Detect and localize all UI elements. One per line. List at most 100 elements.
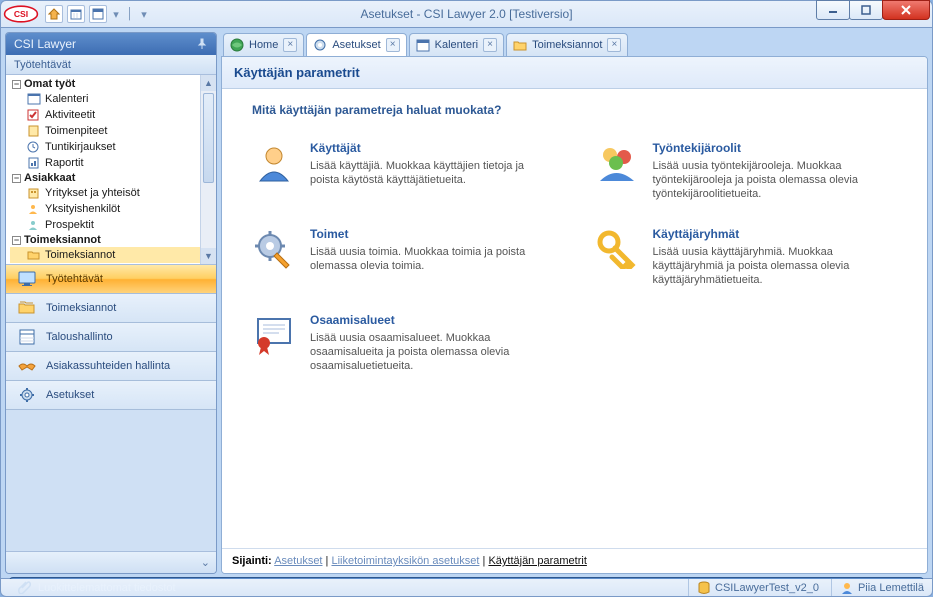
qat-sep: │ xyxy=(125,5,135,23)
nav-toimeksiannot[interactable]: Toimeksiannot xyxy=(6,293,216,323)
close-button[interactable] xyxy=(882,0,930,20)
tree-item-kalenteri[interactable]: Kalenteri xyxy=(10,91,216,107)
sidebar-title: CSI Lawyer xyxy=(14,37,76,51)
card-roolit[interactable]: TyöntekijäroolitLisää uusia työntekijäro… xyxy=(595,141,898,201)
nav-footer: ⌄ xyxy=(6,551,216,573)
qat-dropdown-icon[interactable]: ▾ xyxy=(111,5,121,23)
users-group-icon xyxy=(595,141,639,185)
qat-calendar-icon[interactable] xyxy=(67,5,85,23)
tree-item-prospektit[interactable]: Prospektit xyxy=(10,217,216,233)
scroll-down-icon[interactable]: ▼ xyxy=(201,248,216,264)
tree-item-raportit[interactable]: Raportit xyxy=(10,155,216,171)
gear-icon xyxy=(16,384,38,406)
card-desc: Lisää käyttäjiä. Muokkaa käyttäjien tiet… xyxy=(310,159,555,187)
qat-expand-icon[interactable]: ▾ xyxy=(139,5,149,23)
nav-asetukset[interactable]: Asetukset xyxy=(6,380,216,410)
nav-tree: −Omat työt Kalenteri Aktiviteetit Toimen… xyxy=(6,75,216,265)
tab-close-icon[interactable]: × xyxy=(483,38,497,52)
scroll-thumb[interactable] xyxy=(203,93,214,183)
nav-tyotehtavat[interactable]: Työtehtävät xyxy=(6,264,216,294)
gear-icon xyxy=(313,38,327,52)
svg-text:CSI: CSI xyxy=(14,9,28,19)
handshake-icon xyxy=(16,355,38,377)
user-icon xyxy=(840,581,854,595)
certificate-icon xyxy=(252,313,296,357)
sidebar-panel-title: Työtehtävät xyxy=(6,55,216,75)
card-kayttajat[interactable]: Käyttäjät Lisää käyttäjiä. Muokkaa käyttä… xyxy=(252,141,555,201)
status-db: CSILawyerTest_v2_0 xyxy=(688,579,819,596)
tab-kalenteri[interactable]: Kalenteri× xyxy=(409,33,504,56)
tab-close-icon[interactable]: × xyxy=(607,38,621,52)
folder-icon xyxy=(26,248,42,262)
pin-icon[interactable] xyxy=(196,38,208,50)
folder-icon xyxy=(513,38,527,52)
tab-asetukset[interactable]: Asetukset× xyxy=(306,33,406,56)
folder-icon xyxy=(26,264,42,265)
quick-access-toolbar: ▾ │ ▾ xyxy=(45,5,149,23)
nav-asiakassuhteet[interactable]: Asiakassuhteiden hallinta xyxy=(6,351,216,381)
calendar-icon xyxy=(26,92,42,106)
sidebar-header: CSI Lawyer xyxy=(6,33,216,55)
tree-item-avauspyynnot[interactable]: Avauspyynnöt xyxy=(10,263,216,265)
qat-window-icon[interactable] xyxy=(89,5,107,23)
app-logo: CSI xyxy=(1,0,41,28)
tree-group-omat[interactable]: −Omat työt xyxy=(10,77,216,91)
page-question: Mitä käyttäjän parametreja haluat muokat… xyxy=(252,103,897,117)
tree-item-yritykset[interactable]: Yritykset ja yhteisöt xyxy=(10,185,216,201)
person-icon xyxy=(26,202,42,216)
collapse-icon[interactable]: − xyxy=(12,80,21,89)
card-title[interactable]: Työntekijäroolit xyxy=(653,141,898,155)
sidebar: CSI Lawyer Työtehtävät −Omat työt Kalent… xyxy=(5,32,217,574)
report-icon xyxy=(26,156,42,170)
tree-item-tuntikirjaukset[interactable]: Tuntikirjaukset xyxy=(10,139,216,155)
card-osaamisalueet[interactable]: Osaamisalueet Lisää uusia osaamisalueet. … xyxy=(252,313,555,373)
card-toimet[interactable]: Toimet Lisää uusia toimia. Muokkaa toimia… xyxy=(252,227,555,287)
folder-stack-icon xyxy=(16,297,38,319)
tree-item-toimeksiannot[interactable]: Toimeksiannot xyxy=(10,247,216,263)
collapse-icon[interactable]: − xyxy=(12,236,21,245)
prospect-icon xyxy=(26,218,42,232)
card-desc: Lisää uusia käyttäjäryhmiä. Muokkaa käyt… xyxy=(653,245,898,287)
tab-home[interactable]: Home× xyxy=(223,33,304,56)
tree-scrollbar[interactable]: ▲ ▼ xyxy=(200,75,216,264)
attachment-icon xyxy=(18,580,32,597)
chevron-down-icon[interactable]: ⌄ xyxy=(201,556,210,569)
tree-group-toimeksiannot[interactable]: −Toimeksiannot xyxy=(10,233,216,247)
card-desc: Lisää uusia osaamisalueet. Muokkaa osaam… xyxy=(310,331,555,373)
scroll-track[interactable] xyxy=(201,91,216,248)
ledger-icon xyxy=(16,326,38,348)
collapse-icon[interactable]: − xyxy=(12,174,21,183)
tab-close-icon[interactable]: × xyxy=(386,38,400,52)
globe-icon xyxy=(230,38,244,52)
card-title[interactable]: Käyttäjät xyxy=(310,141,555,155)
dock-label: Luokittelemattomat tiedostot xyxy=(38,582,176,594)
card-desc: Lisää uusia toimia. Muokkaa toimia ja po… xyxy=(310,245,555,273)
tab-close-icon[interactable]: × xyxy=(283,38,297,52)
nav-list: Työtehtävät Toimeksiannot Taloushallinto… xyxy=(6,265,216,551)
card-title[interactable]: Toimet xyxy=(310,227,555,241)
card-title[interactable]: Käyttäjäryhmät xyxy=(653,227,898,241)
page-title: Käyttäjän parametrit xyxy=(222,57,927,89)
tab-strip: Home× Asetukset× Kalenteri× Toimeksianno… xyxy=(221,32,928,56)
tab-toimeksiannot[interactable]: Toimeksiannot× xyxy=(506,33,628,56)
card-title[interactable]: Osaamisalueet xyxy=(310,313,555,327)
nav-taloushallinto[interactable]: Taloushallinto xyxy=(6,322,216,352)
breadcrumb-label: Sijainti: xyxy=(232,555,272,567)
tree-item-yksityishenkilot[interactable]: Yksityishenkilöt xyxy=(10,201,216,217)
minimize-button[interactable] xyxy=(816,0,850,20)
tree-item-toimenpiteet[interactable]: Toimenpiteet xyxy=(10,123,216,139)
user-icon xyxy=(252,141,296,185)
breadcrumb-liiketoiminta[interactable]: Liiketoimintayksikön asetukset xyxy=(331,555,479,567)
tree-group-asiakkaat[interactable]: −Asiakkaat xyxy=(10,171,216,185)
maximize-button[interactable] xyxy=(849,0,883,20)
content-body: Mitä käyttäjän parametreja haluat muokat… xyxy=(222,89,927,548)
clock-icon xyxy=(26,140,42,154)
window-buttons xyxy=(817,0,930,20)
scroll-up-icon[interactable]: ▲ xyxy=(201,75,216,91)
card-ryhmat[interactable]: Käyttäjäryhmät Lisää uusia käyttäjäryhmiä… xyxy=(595,227,898,287)
tree-item-aktiviteetit[interactable]: Aktiviteetit xyxy=(10,107,216,123)
title-bar: CSI ▾ │ ▾ Asetukset - CSI Lawyer 2.0 [Te… xyxy=(0,0,933,28)
qat-home-icon[interactable] xyxy=(45,5,63,23)
breadcrumb-asetukset[interactable]: Asetukset xyxy=(274,555,322,567)
check-icon xyxy=(26,108,42,122)
